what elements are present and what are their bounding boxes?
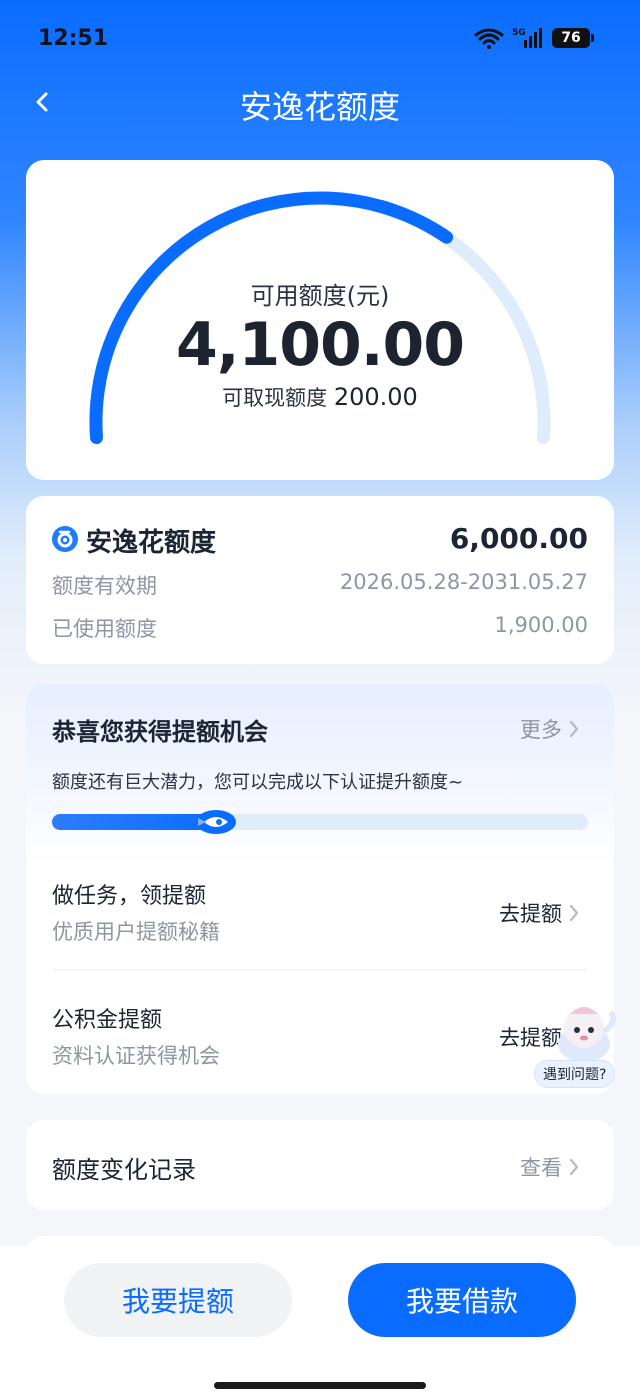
validity-label: 额度有效期 (52, 574, 157, 598)
home-indicator (214, 1382, 426, 1389)
bottom-action-bar: 我要提额 我要借款 (0, 1246, 640, 1400)
raise-credit-button[interactable]: 我要提额 (64, 1263, 292, 1337)
promo-more-label: 更多 (520, 718, 562, 742)
credit-history-title: 额度变化记录 (52, 1156, 196, 1184)
task-title: 做任务，领提额 (52, 884, 207, 909)
wifi-icon (474, 28, 504, 49)
rocket-icon (196, 810, 236, 834)
validity-value: 2026.05.28-2031.05.27 (339, 570, 588, 594)
task-subtitle: 优质用户提额秘籍 (52, 920, 220, 944)
cash-credit-value: 200.00 (333, 383, 418, 411)
promo-description: 额度还有巨大潜力，您可以完成以下认证提升额度~ (52, 772, 464, 793)
task-row-mission[interactable]: 做任务，领提额 优质用户提额秘籍 去提额 (52, 878, 588, 962)
brand-logo-icon (52, 526, 78, 552)
task-title: 公积金提额 (52, 1008, 163, 1033)
used-credit-value: 1,900.00 (494, 613, 588, 637)
available-credit-label: 可用额度(元) (250, 282, 390, 310)
status-time: 12:51 (38, 26, 109, 51)
svg-text:5G: 5G (512, 28, 526, 38)
help-assistant[interactable]: 遇到问题? (528, 1000, 624, 1090)
available-credit-card: 可用额度(元) 4,100.00 可取现额度 200.00 (26, 160, 614, 480)
chevron-right-icon (569, 904, 579, 922)
credit-history-view-link[interactable]: 查看 (520, 1152, 580, 1182)
credit-info-title: 安逸花额度 (86, 528, 217, 558)
used-credit-label: 已使用额度 (52, 617, 157, 641)
signal-icon: 5G (512, 28, 542, 48)
available-credit-amount: 4,100.00 (175, 310, 465, 380)
task-action-label: 去提额 (499, 902, 562, 926)
chevron-right-icon (569, 1158, 579, 1176)
task-action-button[interactable]: 去提额 (499, 898, 580, 928)
divider (52, 969, 588, 970)
nav-bar: 安逸花额度 (0, 78, 640, 126)
used-credit-row: 已使用额度 1,900.00 (52, 613, 588, 643)
credit-info-header: 安逸花额度 6,000.00 (52, 522, 588, 558)
battery-icon: 76 (552, 28, 594, 48)
task-subtitle: 资料认证获得机会 (52, 1044, 220, 1068)
cash-credit-label: 可取现额度 (222, 386, 328, 410)
credit-raise-card: 恭喜您获得提额机会 更多 额度还有巨大潜力，您可以完成以下认证提升额度~ 做任务… (26, 684, 614, 1094)
credit-history-card[interactable]: 额度变化记录 查看 (26, 1120, 614, 1210)
battery-level: 76 (561, 30, 581, 46)
promo-more-link[interactable]: 更多 (520, 714, 580, 744)
status-bar: 12:51 5G 76 (0, 0, 640, 80)
credit-history-view-label: 查看 (520, 1156, 562, 1180)
cash-credit-line: 可取现额度 200.00 (26, 382, 614, 412)
promo-title: 恭喜您获得提额机会 (52, 718, 268, 746)
credit-total-amount: 6,000.00 (449, 522, 588, 555)
borrow-button[interactable]: 我要借款 (348, 1263, 576, 1337)
credit-info-card: 安逸花额度 6,000.00 额度有效期 2026.05.28-2031.05.… (26, 496, 614, 664)
status-icons: 5G 76 (474, 26, 594, 50)
chevron-right-icon (569, 720, 579, 738)
raise-progress-bar (52, 810, 588, 834)
validity-row: 额度有效期 2026.05.28-2031.05.27 (52, 570, 588, 600)
task-row-housing-fund[interactable]: 公积金提额 资料认证获得机会 去提额 (52, 1002, 588, 1086)
help-badge: 遇到问题? (534, 1060, 616, 1088)
page-title: 安逸花额度 (239, 88, 400, 126)
mascot-icon (558, 1007, 617, 1062)
